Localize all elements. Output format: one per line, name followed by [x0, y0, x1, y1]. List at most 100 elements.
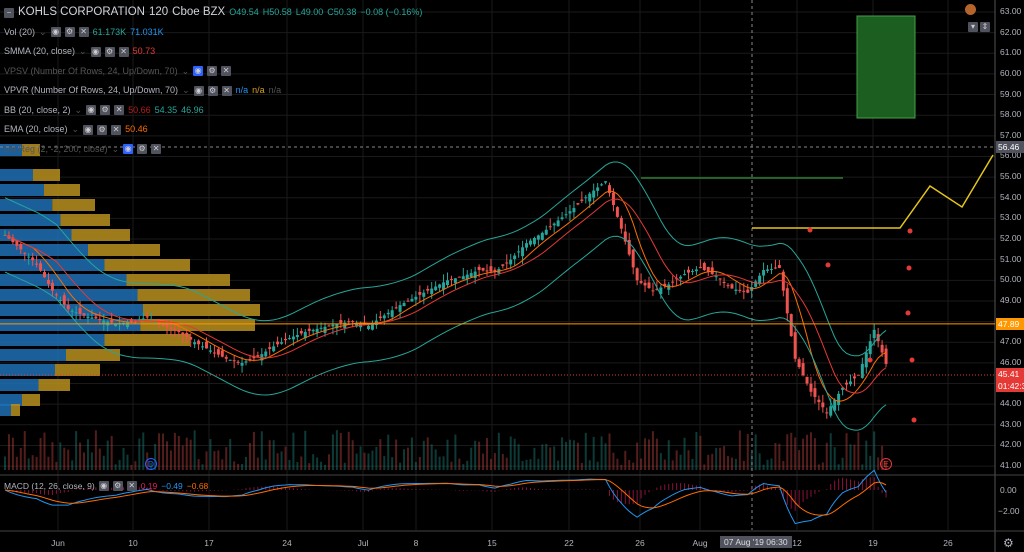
symbol-name[interactable]: KOHLS CORPORATION — [18, 3, 145, 23]
eye-icon[interactable]: ◉ — [193, 66, 204, 77]
volume-bar — [533, 447, 536, 470]
volume-bar — [296, 461, 299, 470]
indicator-name[interactable]: EMA (20, close) — [4, 120, 68, 140]
volume-bar — [667, 440, 670, 470]
candle — [481, 267, 485, 271]
candle — [513, 255, 517, 260]
volume-bar — [695, 431, 698, 470]
candle — [240, 362, 244, 366]
settings-icon[interactable]: ⚙ — [207, 85, 218, 96]
volume-bar — [663, 459, 666, 470]
indicator-name[interactable]: VPVR (Number Of Rows, 24, Up/Down, 70) — [4, 81, 178, 101]
candle — [746, 289, 750, 293]
volume-bar — [327, 454, 330, 470]
volume-bar — [300, 456, 303, 470]
macd-legend: MACD (12, 26, close, 9) ◉ ⚙ ✕ 0.19 −0.49 −… — [4, 481, 208, 491]
volume-bar — [193, 430, 196, 470]
close-icon[interactable]: ✕ — [126, 481, 137, 491]
alert-icon[interactable] — [965, 4, 976, 15]
indicator-name[interactable]: Lin Reg (2, -2, 200, close) — [4, 140, 108, 160]
price-axis-label: 59.00 — [1000, 88, 1022, 99]
time-axis-label: 22 — [564, 538, 574, 548]
candle — [532, 238, 536, 245]
eye-icon[interactable]: ◉ — [86, 105, 97, 116]
volume-bar — [221, 459, 224, 470]
horizontal-line-price-tag: 47.89 — [996, 318, 1024, 330]
eye-icon[interactable]: ◉ — [83, 124, 94, 135]
close-icon[interactable]: ✕ — [221, 85, 232, 96]
eye-icon[interactable]: ◉ — [193, 85, 204, 96]
volume-bar — [335, 430, 338, 470]
settings-icon[interactable]: ⚙ — [97, 124, 108, 135]
macd-line: −0.49 — [161, 481, 183, 491]
candle — [90, 317, 94, 319]
volume-bar — [75, 431, 78, 470]
eye-icon[interactable]: ◉ — [123, 144, 134, 155]
maximize-icon[interactable]: ⇕ — [980, 22, 990, 32]
candle — [185, 332, 189, 338]
volume-bar — [806, 434, 809, 470]
volume-bar — [734, 458, 737, 470]
volume-bar — [576, 442, 579, 470]
volume-bar — [608, 433, 611, 470]
volume-bar — [466, 460, 469, 470]
candle — [734, 289, 738, 291]
volume-bar — [339, 433, 342, 470]
price-axis-label: 54.00 — [1000, 191, 1022, 202]
close-icon[interactable]: ✕ — [114, 105, 125, 116]
volume-bar — [853, 444, 856, 470]
indicator-name[interactable]: BB (20, close, 2) — [4, 101, 71, 121]
settings-icon[interactable]: ⚙ — [207, 66, 218, 77]
volume-bar — [482, 453, 485, 470]
settings-gear-icon[interactable]: ⚙ — [1003, 536, 1014, 550]
eye-icon[interactable]: ◉ — [50, 27, 61, 38]
macd-name[interactable]: MACD (12, 26, close, 9) — [4, 481, 95, 491]
volume-bar — [406, 447, 409, 470]
volume-profile-down — [22, 394, 40, 406]
candle — [722, 281, 726, 283]
volume-bar — [616, 458, 619, 470]
volume-bar — [31, 455, 34, 470]
indicator-name[interactable]: VPSV (Number Of Rows, 24, Up/Down, 70) — [4, 62, 178, 82]
candle — [635, 268, 639, 281]
volume-bar — [248, 443, 251, 470]
chevron-down-icon[interactable]: ▾ — [968, 22, 978, 32]
candle — [505, 262, 509, 264]
collapse-icon[interactable]: − — [4, 7, 14, 18]
close-icon[interactable]: ✕ — [111, 124, 122, 135]
settings-icon[interactable]: ⚙ — [137, 144, 148, 155]
candle — [560, 217, 564, 220]
indicator-name[interactable]: SMMA (20, close) — [4, 42, 75, 62]
volume-bar — [351, 440, 354, 470]
volume-bar — [213, 451, 216, 470]
eye-icon[interactable]: ◉ — [98, 481, 109, 491]
candle — [295, 335, 299, 338]
volume-bar — [343, 462, 346, 470]
macd-hist: 0.19 — [140, 481, 158, 491]
settings-icon[interactable]: ⚙ — [104, 46, 115, 57]
candle — [848, 381, 852, 385]
dividend-marker[interactable]: D — [145, 458, 157, 470]
settings-icon[interactable]: ⚙ — [100, 105, 111, 116]
settings-icon[interactable]: ⚙ — [112, 481, 123, 491]
price-axis-label: 43.00 — [1000, 418, 1022, 429]
settings-icon[interactable]: ⚙ — [64, 27, 75, 38]
open-value: O49.54 — [229, 7, 259, 17]
candle — [643, 282, 647, 286]
close-icon[interactable]: ✕ — [221, 66, 232, 77]
earnings-marker[interactable]: E — [880, 458, 892, 470]
close-icon[interactable]: ✕ — [151, 144, 162, 155]
candle — [264, 351, 268, 357]
volume-bar — [391, 457, 394, 470]
volume-bar — [687, 450, 690, 470]
price-axis-label: 58.00 — [1000, 109, 1022, 120]
close-icon[interactable]: ✕ — [78, 27, 89, 38]
close-icon[interactable]: ✕ — [118, 46, 129, 57]
volume-bar — [142, 432, 145, 470]
volume-bar — [632, 462, 635, 470]
candle — [852, 376, 856, 379]
eye-icon[interactable]: ◉ — [90, 46, 101, 57]
indicator-name[interactable]: Vol (20) — [4, 23, 35, 43]
volume-bar — [857, 432, 860, 470]
signal-dot — [909, 357, 915, 363]
